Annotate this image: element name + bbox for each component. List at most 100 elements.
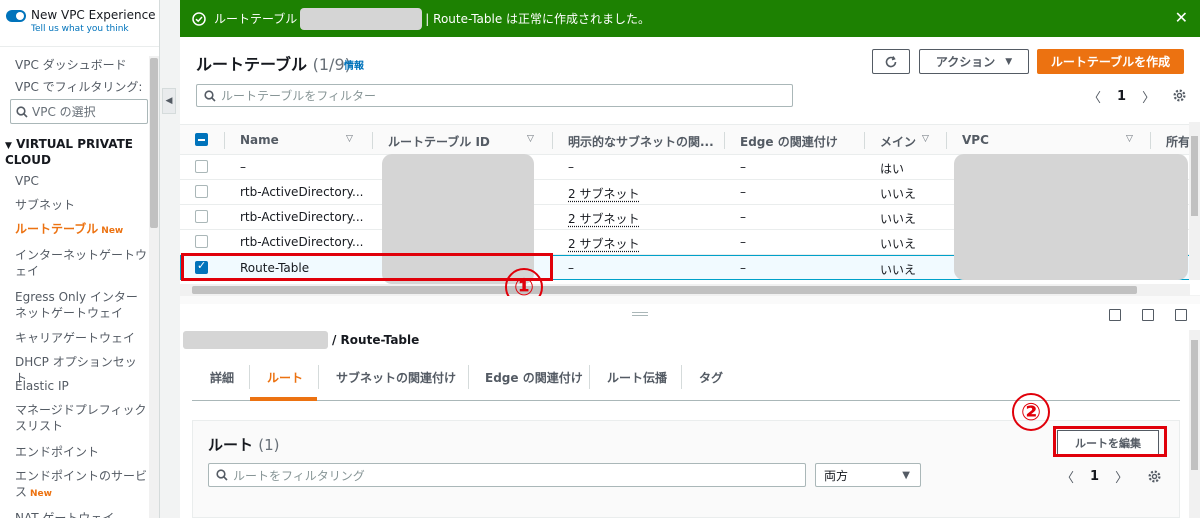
column-header-edge-association[interactable]: Edge の関連付け	[740, 133, 838, 150]
chevron-right-icon[interactable]: 〉	[1115, 467, 1128, 486]
row-name: –	[240, 160, 246, 174]
row-name[interactable]: rtb-ActiveDirectory...	[240, 235, 363, 249]
refresh-button[interactable]	[872, 49, 910, 74]
layout-bottom-icon[interactable]	[1109, 309, 1121, 321]
create-route-table-button[interactable]: ルートテーブルを作成	[1037, 49, 1184, 74]
column-header-main[interactable]: メイン	[880, 133, 916, 150]
sort-icon[interactable]: ▽	[346, 134, 353, 144]
routes-count: (1)	[258, 436, 280, 454]
select-all-checkbox[interactable]	[195, 133, 208, 146]
close-icon[interactable]: ✕	[1175, 8, 1188, 27]
tab-divider	[249, 365, 250, 389]
tab-edge-associations[interactable]: Edge の関連付け	[485, 369, 583, 386]
sidebar-item-endpoint-services[interactable]: エンドポイントのサービス New	[15, 468, 147, 502]
new-vpc-toggle[interactable]	[6, 10, 26, 22]
column-header-name[interactable]: Name	[240, 133, 279, 147]
annotation-marker-2: ②	[1012, 393, 1050, 431]
routes-card: ルート (1) ルートを編集 ルートをフィルタリング 両方 ▼ 〈 1 〉	[192, 420, 1180, 518]
info-link[interactable]: 情報	[344, 57, 364, 72]
pagination: 〈 1 〉	[1088, 87, 1155, 106]
tab-routes[interactable]: ルート	[267, 369, 303, 386]
table-horizontal-scrollbar-thumb[interactable]	[192, 286, 1137, 294]
tab-subnet-associations[interactable]: サブネットの関連付け	[336, 369, 456, 386]
row-main: はい	[880, 162, 905, 176]
sort-icon[interactable]: ▽	[922, 134, 929, 144]
tab-divider	[468, 365, 469, 389]
sidebar-item-elastic-ip[interactable]: Elastic IP	[15, 378, 147, 394]
settings-gear-icon[interactable]	[1172, 88, 1187, 103]
sidebar-item-nat-gateways[interactable]: NAT ゲートウェイ	[15, 510, 147, 518]
resize-handle-icon[interactable]	[632, 312, 648, 316]
sidebar-item-internet-gateways[interactable]: インターネットゲートウェイ	[15, 247, 147, 279]
tab-details[interactable]: 詳細	[210, 369, 234, 386]
redacted-id	[300, 7, 423, 30]
success-banner: ルートテーブル | Route-Table は正常に作成されました。 ✕	[180, 0, 1200, 37]
row-name[interactable]: rtb-ActiveDirectory...	[240, 210, 363, 224]
sidebar-item-dashboard[interactable]: VPC ダッシュボード	[15, 57, 147, 73]
settings-gear-icon[interactable]	[1147, 469, 1162, 484]
column-divider	[1150, 132, 1151, 149]
row-checkbox[interactable]	[195, 185, 208, 198]
column-divider	[946, 132, 947, 149]
vpc-select[interactable]: VPC の選択	[10, 99, 148, 124]
sidebar-item-egress-only-gateways[interactable]: Egress Only インターネットゲートウェイ	[15, 289, 147, 321]
sidebar-item-prefix-lists[interactable]: マネージドプレフィックスリスト	[15, 402, 147, 434]
row-subnet: –	[568, 160, 574, 174]
route-filter-input[interactable]: ルートをフィルタリング	[208, 463, 806, 487]
page-number[interactable]: 1	[1090, 469, 1099, 484]
sort-icon[interactable]: ▽	[527, 134, 534, 144]
row-checkbox[interactable]	[195, 160, 208, 173]
tab-tags[interactable]: タグ	[699, 369, 723, 386]
row-name[interactable]: rtb-ActiveDirectory...	[240, 185, 363, 199]
route-filter-placeholder: ルートをフィルタリング	[233, 468, 365, 483]
column-divider	[724, 132, 725, 149]
sidebar-section-title[interactable]: ▼ VIRTUAL PRIVATE CLOUD	[5, 137, 145, 167]
check-circle-icon	[192, 11, 206, 26]
chevron-left-icon[interactable]: 〈	[1061, 467, 1074, 486]
sidebar-item-endpoints[interactable]: エンドポイント	[15, 444, 147, 460]
detail-vertical-scrollbar-thumb[interactable]	[1191, 340, 1198, 470]
feedback-link[interactable]: Tell us what you think	[31, 24, 156, 34]
new-badge: New	[101, 226, 124, 236]
row-checkbox[interactable]	[195, 235, 208, 248]
route-table-filter-input[interactable]: ルートテーブルをフィルター	[196, 84, 793, 107]
row-subnet[interactable]: 2 サブネット	[568, 235, 639, 252]
filter-placeholder: ルートテーブルをフィルター	[221, 89, 377, 103]
row-main: いいえ	[880, 237, 917, 251]
column-header-owner[interactable]: 所有	[1166, 133, 1190, 150]
route-type-select[interactable]: 両方 ▼	[815, 463, 921, 487]
vpc-filter-label: VPC でフィルタリング:	[15, 80, 143, 94]
column-divider	[372, 132, 373, 149]
sidebar-item-route-tables[interactable]: ルートテーブル New	[15, 221, 147, 239]
tab-route-propagation[interactable]: ルート伝播	[607, 369, 667, 386]
table-vertical-scrollbar-thumb[interactable]	[1191, 136, 1198, 216]
sidebar-item-subnets[interactable]: サブネット	[15, 197, 147, 213]
page-number[interactable]: 1	[1117, 89, 1126, 104]
column-divider	[224, 132, 225, 149]
sort-icon[interactable]: ▽	[1126, 134, 1133, 144]
column-header-route-table-id[interactable]: ルートテーブル ID	[388, 133, 490, 150]
row-subnet[interactable]: 2 サブネット	[568, 185, 639, 202]
banner-prefix: ルートテーブル	[214, 12, 298, 26]
detail-breadcrumb: / Route-Table	[332, 333, 420, 347]
collapse-sidebar-button[interactable]: ◀	[162, 88, 176, 114]
sidebar-item-carrier-gateways[interactable]: キャリアゲートウェイ	[15, 330, 147, 346]
row-subnet[interactable]: 2 サブネット	[568, 210, 639, 227]
split-panel-divider[interactable]	[180, 296, 1200, 304]
chevron-right-icon[interactable]: 〉	[1142, 87, 1155, 106]
sidebar-scrollbar-thumb[interactable]	[150, 58, 158, 228]
column-header-vpc[interactable]: VPC	[962, 133, 989, 147]
search-icon	[216, 469, 228, 481]
column-header-explicit-subnet[interactable]: 明示的なサブネットの関...	[568, 133, 714, 150]
row-edge: –	[740, 160, 746, 174]
page-title: ルートテーブル (1/9)	[196, 55, 351, 74]
redacted-route-table-id	[183, 331, 328, 349]
layout-full-icon[interactable]	[1175, 309, 1187, 321]
table-header: Name ▽ ルートテーブル ID ▽ 明示的なサブネットの関... Edge …	[180, 124, 1200, 155]
layout-side-icon[interactable]	[1142, 309, 1154, 321]
row-checkbox[interactable]	[195, 210, 208, 223]
sidebar-item-vpc[interactable]: VPC	[15, 173, 147, 189]
refresh-icon	[885, 55, 897, 67]
actions-button[interactable]: アクション ▼	[919, 49, 1029, 74]
chevron-left-icon[interactable]: 〈	[1088, 87, 1101, 106]
